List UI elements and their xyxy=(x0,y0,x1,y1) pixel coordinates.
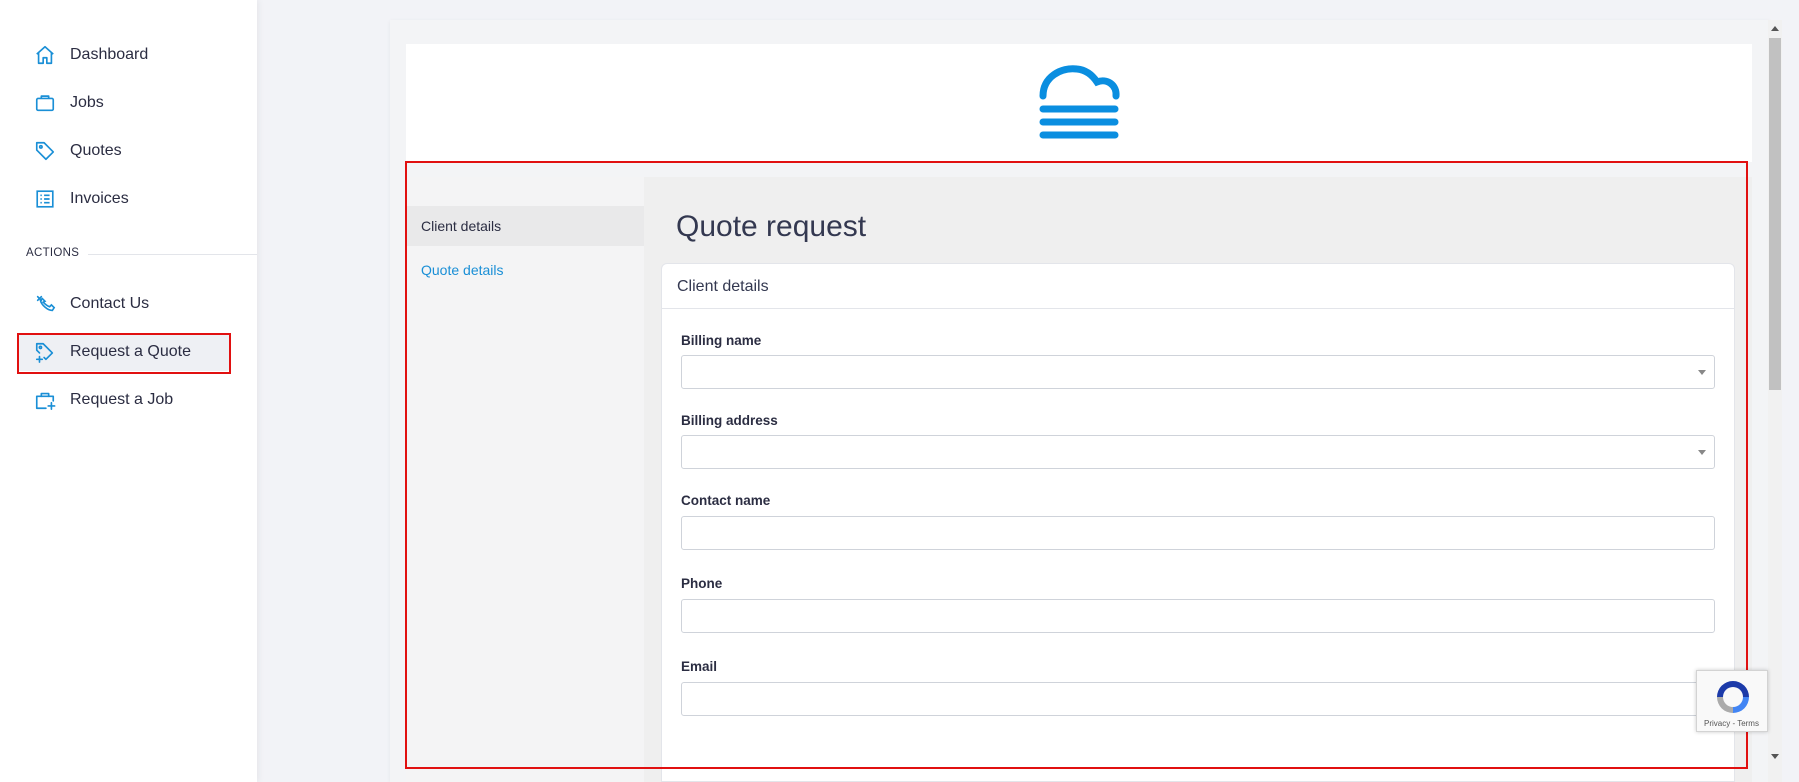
sidebar-item-jobs[interactable]: Jobs xyxy=(17,84,230,122)
sidebar: Dashboard Jobs Quotes Invoices ACTIONS C… xyxy=(0,0,257,782)
sidebar-item-quotes[interactable]: Quotes xyxy=(17,132,230,170)
sidebar-item-label: Dashboard xyxy=(70,46,149,63)
sidebar-item-label: Contact Us xyxy=(70,295,150,312)
scrollbar-thumb[interactable] xyxy=(1769,38,1781,390)
list-icon xyxy=(34,188,56,210)
section-divider xyxy=(88,254,257,255)
recaptcha-icon xyxy=(1713,677,1753,722)
logo-header xyxy=(406,44,1752,162)
sidebar-item-invoices[interactable]: Invoices xyxy=(17,180,230,218)
sidebar-item-label: Jobs xyxy=(70,94,104,111)
contact-icon xyxy=(34,293,56,315)
sidebar-item-contact-us[interactable]: Contact Us xyxy=(17,285,230,323)
scroll-up-arrow-icon[interactable] xyxy=(1771,26,1779,31)
highlight-box-form xyxy=(405,161,1748,769)
highlight-box-request-quote xyxy=(17,333,231,374)
tag-icon xyxy=(34,140,56,162)
section-label-actions: ACTIONS xyxy=(26,247,80,259)
briefcase-icon xyxy=(34,92,56,114)
recaptcha-badge[interactable]: Privacy - Terms xyxy=(1696,670,1768,732)
home-icon xyxy=(34,44,56,66)
scroll-down-arrow-icon[interactable] xyxy=(1771,754,1779,759)
sidebar-item-dashboard[interactable]: Dashboard xyxy=(17,36,230,74)
sidebar-item-request-a-job[interactable]: Request a Job xyxy=(17,381,230,419)
sidebar-item-label: Quotes xyxy=(70,142,122,159)
sidebar-item-label: Request a Job xyxy=(70,391,174,408)
briefcase-plus-icon xyxy=(34,389,56,411)
cloud-logo-icon xyxy=(1037,63,1121,144)
recaptcha-terms[interactable]: Privacy - Terms xyxy=(1704,719,1759,728)
sidebar-item-label: Invoices xyxy=(70,190,129,207)
